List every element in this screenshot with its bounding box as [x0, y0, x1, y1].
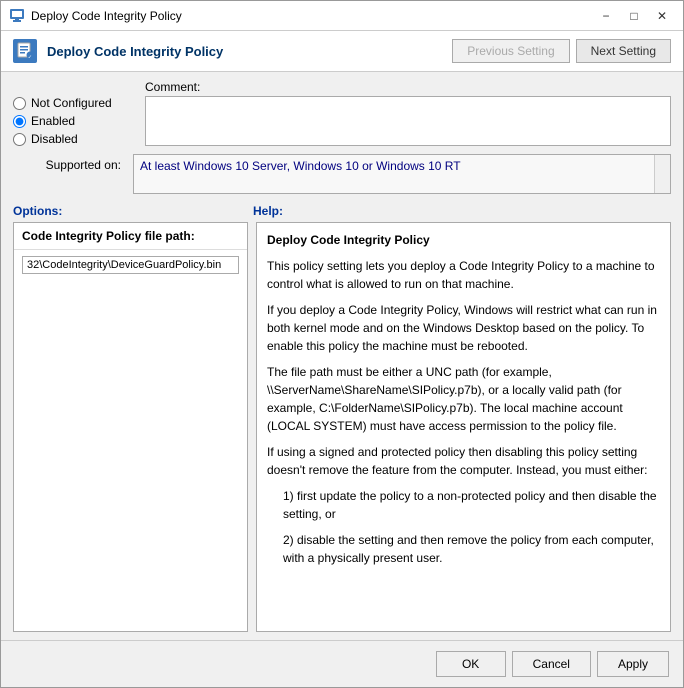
disabled-input[interactable] — [13, 133, 26, 146]
supported-label: Supported on: — [13, 154, 121, 172]
help-para-1: This policy setting lets you deploy a Co… — [267, 257, 660, 293]
options-heading: Options: — [13, 204, 253, 218]
supported-value: At least Windows 10 Server, Windows 10 o… — [133, 154, 671, 194]
apply-button[interactable]: Apply — [597, 651, 669, 677]
header-title: Deploy Code Integrity Policy — [47, 44, 452, 59]
cancel-button[interactable]: Cancel — [512, 651, 591, 677]
help-heading: Help: — [253, 204, 671, 218]
help-panel: Deploy Code Integrity Policy This policy… — [256, 222, 671, 632]
help-panel-title: Deploy Code Integrity Policy — [267, 231, 660, 249]
header-icon: ✓ — [13, 39, 37, 63]
filepath-input[interactable] — [22, 256, 239, 274]
enabled-radio[interactable]: Enabled — [13, 114, 133, 128]
title-bar: Deploy Code Integrity Policy − □ ✕ — [1, 1, 683, 31]
minimize-button[interactable]: − — [593, 6, 619, 26]
panels-row: Code Integrity Policy file path: Deploy … — [13, 222, 671, 632]
help-para-5: 1) first update the policy to a non-prot… — [283, 487, 660, 523]
help-para-6: 2) disable the setting and then remove t… — [283, 531, 660, 567]
options-panel: Code Integrity Policy file path: — [13, 222, 248, 632]
options-panel-content — [14, 250, 247, 280]
main-window: Deploy Code Integrity Policy − □ ✕ ✓ Dep… — [0, 0, 684, 688]
prev-setting-button[interactable]: Previous Setting — [452, 39, 569, 63]
options-panel-title: Code Integrity Policy file path: — [14, 223, 247, 250]
options-help-labels: Options: Help: — [13, 204, 671, 218]
help-para-2: If you deploy a Code Integrity Policy, W… — [267, 301, 660, 355]
radio-comment-row: Not Configured Enabled Disabled Comment: — [13, 80, 671, 146]
help-para-3: The file path must be either a UNC path … — [267, 363, 660, 435]
comment-textarea[interactable] — [145, 96, 671, 146]
footer: OK Cancel Apply — [1, 640, 683, 687]
not-configured-input[interactable] — [13, 97, 26, 110]
main-content: Not Configured Enabled Disabled Comment:… — [1, 72, 683, 640]
supported-scrollbar[interactable] — [654, 155, 670, 193]
not-configured-radio[interactable]: Not Configured — [13, 96, 133, 110]
header-bar: ✓ Deploy Code Integrity Policy Previous … — [1, 31, 683, 72]
close-button[interactable]: ✕ — [649, 6, 675, 26]
next-setting-button[interactable]: Next Setting — [576, 39, 671, 63]
radio-group: Not Configured Enabled Disabled — [13, 80, 133, 146]
comment-label: Comment: — [145, 80, 671, 94]
ok-button[interactable]: OK — [436, 651, 506, 677]
help-para-4: If using a signed and protected policy t… — [267, 443, 660, 479]
maximize-button[interactable]: □ — [621, 6, 647, 26]
disabled-radio[interactable]: Disabled — [13, 132, 133, 146]
title-bar-icon — [9, 8, 25, 24]
svg-text:✓: ✓ — [28, 55, 32, 61]
header-nav-buttons: Previous Setting Next Setting — [452, 39, 671, 63]
title-bar-text: Deploy Code Integrity Policy — [31, 9, 593, 23]
comment-section: Comment: — [145, 80, 671, 146]
supported-row: Supported on: At least Windows 10 Server… — [13, 154, 671, 194]
enabled-input[interactable] — [13, 115, 26, 128]
title-bar-controls: − □ ✕ — [593, 6, 675, 26]
